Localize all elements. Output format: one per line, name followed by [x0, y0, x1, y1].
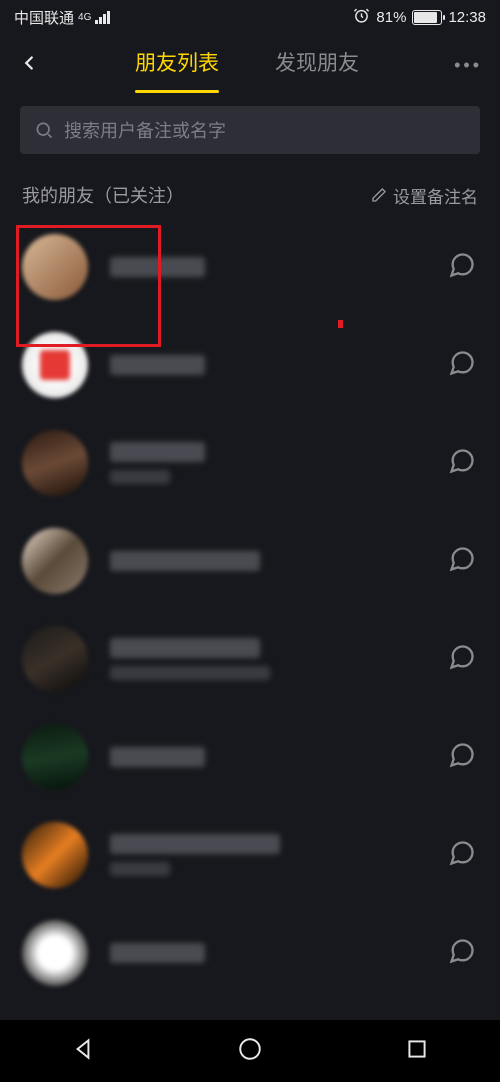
nav-home-icon[interactable]: [237, 1036, 263, 1067]
chat-icon: [448, 643, 476, 671]
chat-icon: [448, 839, 476, 867]
avatar: [22, 234, 88, 300]
header: 朋友列表 发现朋友 •••: [0, 34, 500, 96]
signal-icon: [95, 11, 110, 24]
pencil-icon: [371, 187, 387, 203]
list-item[interactable]: [22, 708, 478, 806]
friend-name: [110, 834, 280, 854]
avatar: [22, 626, 88, 692]
status-bar: 中国联通 4G 81% 12:38: [0, 0, 500, 34]
chat-button[interactable]: [448, 643, 478, 676]
edit-nickname-label: 设置备注名: [393, 183, 478, 208]
friend-name: [110, 442, 205, 462]
chat-icon: [448, 741, 476, 769]
list-item[interactable]: [22, 316, 478, 414]
friend-name: [110, 355, 205, 375]
chat-button[interactable]: [448, 447, 478, 480]
friend-subtitle: [110, 470, 170, 484]
chat-button[interactable]: [448, 251, 478, 284]
friend-subtitle: [110, 666, 270, 680]
list-item[interactable]: [22, 904, 478, 1002]
list-item[interactable]: [22, 218, 478, 316]
list-item[interactable]: [22, 806, 478, 904]
avatar: [22, 724, 88, 790]
avatar: [22, 332, 88, 398]
alarm-icon: [353, 7, 370, 28]
list-item[interactable]: [22, 610, 478, 708]
time-label: 12:38: [448, 9, 486, 26]
battery-icon: [412, 10, 442, 25]
list-item[interactable]: [22, 512, 478, 610]
avatar: [22, 528, 88, 594]
friend-name: [110, 551, 260, 571]
avatar: [22, 920, 88, 986]
edit-nickname-button[interactable]: 设置备注名: [371, 183, 478, 208]
friend-subtitle: [110, 862, 170, 876]
friend-name: [110, 747, 205, 767]
tab-discover-friends[interactable]: 发现朋友: [275, 47, 359, 83]
chat-button[interactable]: [448, 349, 478, 382]
chat-icon: [448, 937, 476, 965]
chat-icon: [448, 251, 476, 279]
chat-icon: [448, 349, 476, 377]
friend-name: [110, 943, 205, 963]
tab-friends-list[interactable]: 朋友列表: [135, 47, 219, 83]
back-button[interactable]: [18, 49, 40, 81]
chat-button[interactable]: [448, 545, 478, 578]
friend-name: [110, 257, 205, 277]
network-label: 4G: [78, 12, 91, 23]
chat-button[interactable]: [448, 937, 478, 970]
chat-button[interactable]: [448, 839, 478, 872]
friends-list: [0, 218, 500, 1002]
list-item[interactable]: [22, 414, 478, 512]
friend-name: [110, 638, 260, 658]
carrier-label: 中国联通: [14, 7, 74, 28]
chat-button[interactable]: [448, 741, 478, 774]
system-nav-bar: [0, 1020, 500, 1082]
avatar: [22, 822, 88, 888]
search-icon: [34, 120, 54, 140]
search-placeholder: 搜索用户备注或名字: [64, 117, 226, 143]
battery-pct: 81%: [376, 9, 406, 26]
chat-icon: [448, 545, 476, 573]
search-input[interactable]: 搜索用户备注或名字: [20, 106, 480, 154]
nav-recent-icon[interactable]: [404, 1036, 430, 1067]
avatar: [22, 430, 88, 496]
chat-icon: [448, 447, 476, 475]
section-title: 我的朋友（已关注）: [22, 182, 184, 208]
more-icon[interactable]: •••: [454, 55, 482, 76]
annotation-dot: [338, 320, 343, 328]
nav-back-icon[interactable]: [70, 1036, 96, 1067]
